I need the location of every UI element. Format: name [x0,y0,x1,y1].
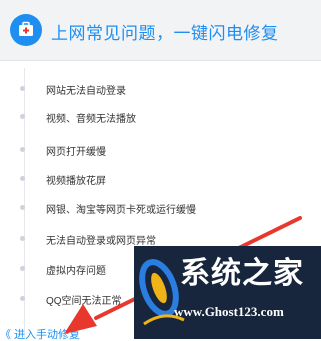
watermark-title: 系统之家 [180,256,304,291]
watermark-url: www.Ghost123.com [174,304,284,319]
watermark-logo: 系统之家 www.Ghost123.com [134,246,321,339]
